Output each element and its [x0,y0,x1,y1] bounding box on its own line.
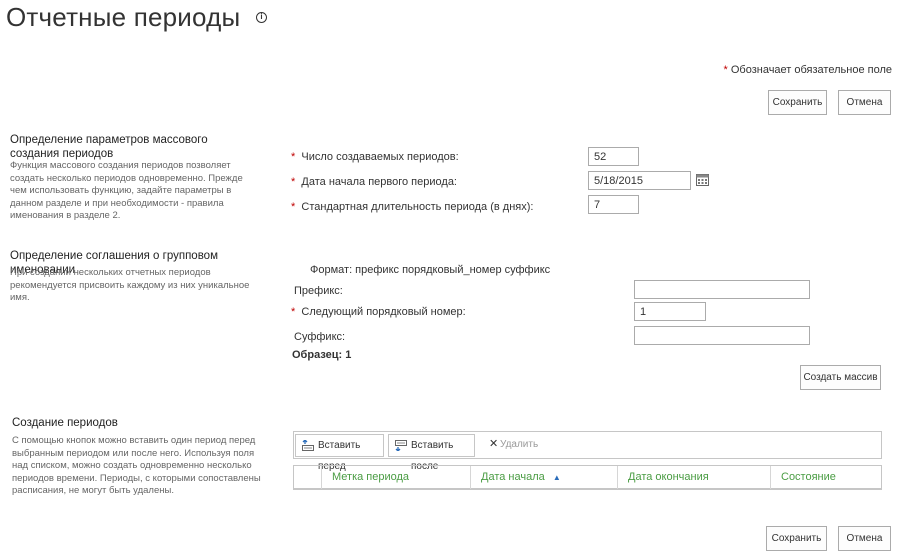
prefix-input[interactable] [634,280,810,299]
start-date-input[interactable]: 5/18/2015 [588,171,691,190]
period-count-input[interactable]: 52 [588,147,639,166]
bulk-section-description: Функция массового создания периодов позв… [10,160,243,221]
info-icon[interactable]: i [256,12,267,23]
save-button-bottom[interactable]: Сохранить [766,526,827,551]
start-date-label: * Дата начала первого периода: [291,176,457,188]
insert-after-button[interactable]: Вставить после [388,434,475,472]
suffix-label: Суффикс: [294,331,346,343]
sort-ascending-icon: ▲ [552,473,561,482]
create-bulk-button[interactable]: Создать массив [800,365,881,390]
insert-before-icon [302,440,314,451]
page-title: Отчетные периоды [6,2,241,32]
next-number-input[interactable]: 1 [634,302,706,321]
column-header-label[interactable]: Метка периода [321,466,470,489]
insert-after-icon [395,440,407,451]
period-length-input[interactable]: 7 [588,195,639,214]
delete-button[interactable]: ✕ Удалить [482,434,542,457]
create-section-title: Создание периодов [12,417,118,429]
insert-before-button[interactable]: Вставить перед [295,434,384,472]
delete-x-icon: ✕ [489,438,499,450]
period-length-label: * Стандартная длительность периода (в дн… [291,201,534,213]
cancel-button-bottom[interactable]: Отмена [838,526,891,551]
period-count-label: * Число создаваемых периодов: [291,151,459,163]
cancel-button-top[interactable]: Отмена [838,90,891,115]
save-button-top[interactable]: Сохранить [768,90,827,115]
create-section-description: С помощью кнопок можно вставить один пер… [12,435,261,496]
prefix-label: Префикс: [294,285,343,297]
naming-section-description: При создании нескольких отчетных периодо… [10,267,250,303]
next-number-label: * Следующий порядковый номер: [291,306,466,318]
bulk-section-title: Определение параметров массового создани… [10,134,208,160]
required-note-text: Обозначает обязательное поле [730,64,892,76]
calendar-icon[interactable] [696,173,709,186]
naming-format-text: Формат: префикс порядковый_номер суффикс [310,264,551,276]
periods-grid: Метка периода Дата начала ▲ Дата окончан… [293,465,882,490]
period-toolbar: Вставить перед Вставить после ✕ Удалить [293,431,882,472]
required-field-note: * Обозначает обязательное поле [724,64,893,76]
required-star: * [723,64,728,76]
column-header-end-date[interactable]: Дата окончания [617,466,771,489]
suffix-input[interactable] [634,326,810,345]
column-header-status[interactable]: Состояние [770,466,881,489]
sample-text: Образец: 1 [292,349,352,361]
column-header-start-date[interactable]: Дата начала ▲ [470,466,619,489]
